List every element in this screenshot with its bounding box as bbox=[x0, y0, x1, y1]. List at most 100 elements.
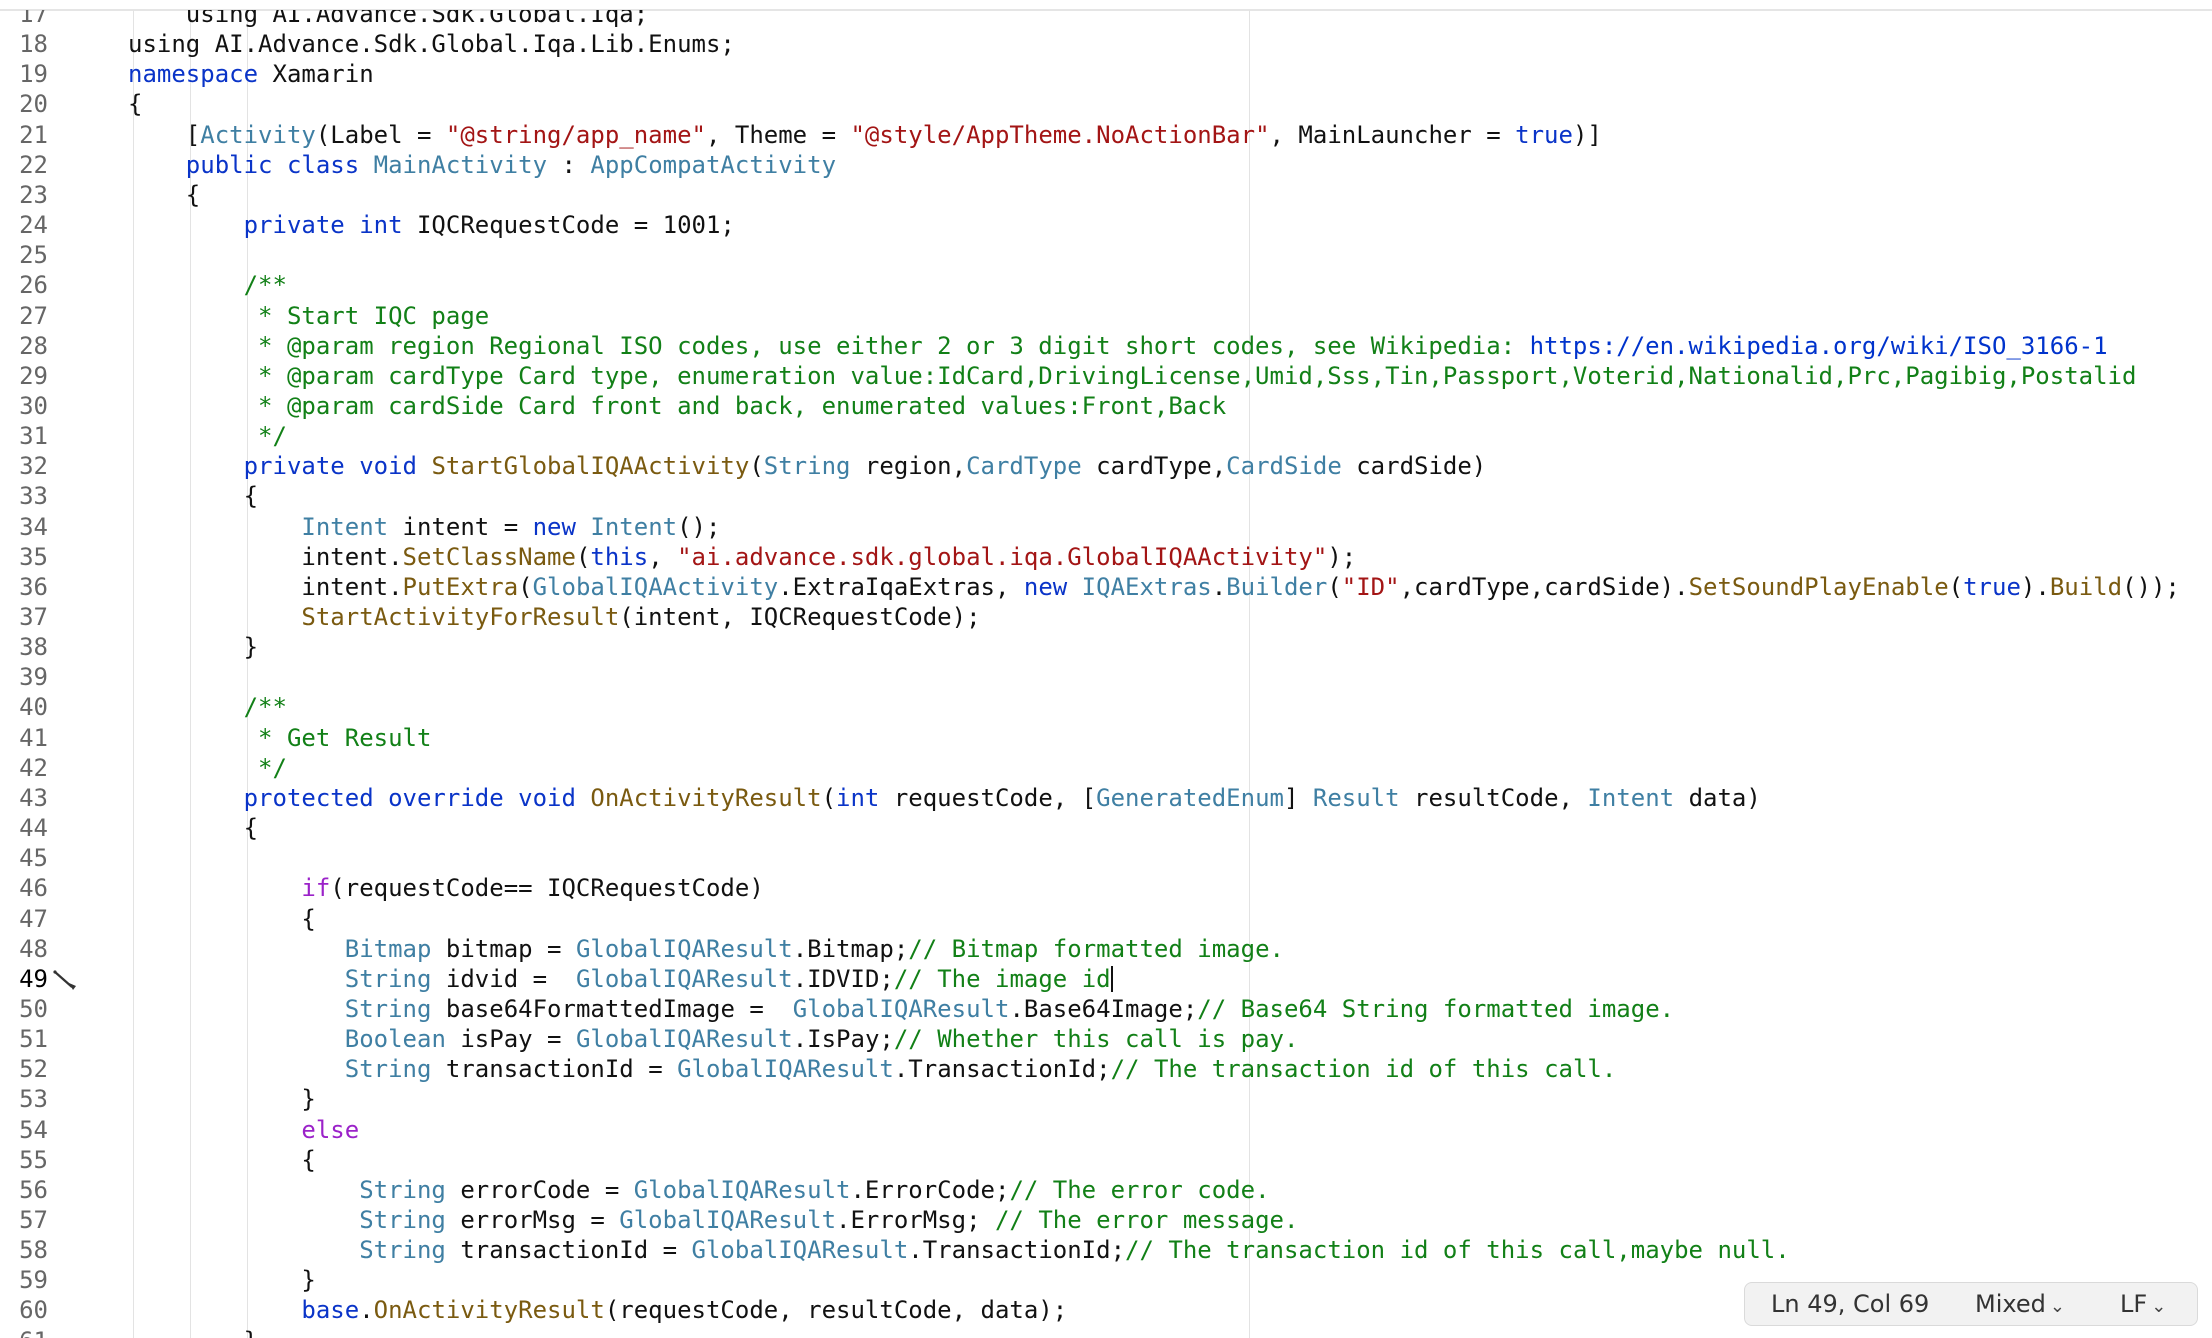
code-line[interactable]: 52 String transactionId = GlobalIQAResul… bbox=[0, 1054, 1616, 1084]
code-text: private void StartGlobalIQAActivity(Stri… bbox=[128, 451, 1487, 481]
code-token: Build bbox=[2049, 572, 2123, 601]
code-line[interactable]: 57 String errorMsg = GlobalIQAResult.Err… bbox=[0, 1205, 1298, 1235]
code-line[interactable]: 60 base.OnActivityResult(requestCode, re… bbox=[0, 1295, 1067, 1325]
code-text: */ bbox=[128, 753, 287, 783]
code-line[interactable]: 45 bbox=[0, 843, 48, 873]
code-line[interactable]: 29 * @param cardType Card type, enumerat… bbox=[0, 361, 2136, 391]
code-token: errorCode = bbox=[445, 1175, 634, 1204]
code-token: { bbox=[128, 90, 143, 119]
line-number: 56 bbox=[19, 1175, 48, 1204]
code-line[interactable]: 61 } bbox=[0, 1326, 258, 1338]
code-line[interactable]: 49 String idvid = GlobalIQAResult.IDVID;… bbox=[0, 964, 1113, 994]
code-line[interactable]: 41 * Get Result bbox=[0, 723, 431, 753]
code-token: .ErrorMsg; bbox=[836, 1206, 995, 1234]
code-line[interactable]: 24 private int IQCRequestCode = 1001; bbox=[0, 210, 735, 240]
code-line[interactable]: 50 String base64FormattedImage = GlobalI… bbox=[0, 994, 1674, 1024]
line-number: 29 bbox=[19, 361, 48, 390]
code-token: ( bbox=[749, 452, 764, 481]
code-text: else bbox=[128, 1115, 359, 1145]
code-editor[interactable]: 17 using AI.Advance.Sdk.Global.Iqa; 18 usi… bbox=[0, 10, 2212, 1338]
line-number: 49 bbox=[19, 964, 48, 993]
code-token: using AI.Advance.Sdk.Global.Iqa.Lib.Enum… bbox=[128, 30, 735, 59]
code-token: } bbox=[128, 1327, 258, 1338]
code-line[interactable]: 35 intent.SetClassName(this, "ai.advance… bbox=[0, 542, 1356, 572]
code-token: bitmap = bbox=[431, 934, 576, 963]
line-number: 47 bbox=[19, 904, 48, 933]
code-token: String bbox=[359, 1175, 446, 1204]
code-line[interactable]: 54 else bbox=[0, 1115, 359, 1145]
code-line[interactable]: 43 protected override void OnActivityRes… bbox=[0, 783, 1761, 813]
code-line[interactable]: 30 * @param cardSide Card front and back… bbox=[0, 391, 1226, 421]
line-ending-selector[interactable]: LF ⌄ bbox=[2120, 1290, 2166, 1321]
code-line[interactable]: 33 { bbox=[0, 481, 258, 511]
code-token: CardSide bbox=[1226, 452, 1342, 481]
code-line[interactable]: 20 { bbox=[0, 89, 142, 119]
code-text: { bbox=[128, 89, 142, 119]
line-number: 35 bbox=[19, 542, 48, 571]
code-line[interactable]: 59 } bbox=[0, 1265, 316, 1295]
code-line[interactable]: 40 /** bbox=[0, 692, 287, 722]
line-number: 17 bbox=[19, 10, 48, 28]
code-token: .TransactionId; bbox=[893, 1055, 1111, 1084]
code-line[interactable]: 28 * @param region Regional ISO codes, u… bbox=[0, 331, 2107, 361]
code-line[interactable]: 48 Bitmap bitmap = GlobalIQAResult.Bitma… bbox=[0, 934, 1284, 964]
code-token: .TransactionId; bbox=[908, 1236, 1126, 1265]
code-line[interactable]: 46 if(requestCode== IQCRequestCode) bbox=[0, 873, 764, 903]
code-line[interactable]: 47 { bbox=[0, 904, 316, 934]
line-number: 37 bbox=[19, 603, 48, 631]
code-token: ,cardType,cardSide). bbox=[1399, 572, 1689, 601]
code-line[interactable]: 38 } bbox=[0, 632, 258, 662]
code-line[interactable]: 36 intent.PutExtra(GlobalIQAActivity.Ext… bbox=[0, 572, 2180, 602]
code-line[interactable]: 44 { bbox=[0, 813, 258, 843]
line-number: 58 bbox=[19, 1236, 48, 1265]
code-text: { bbox=[128, 813, 258, 843]
code-line[interactable]: 51 Boolean isPay = GlobalIQAResult.IsPay… bbox=[0, 1024, 1298, 1054]
code-line[interactable]: 42 */ bbox=[0, 753, 287, 783]
code-text: /** bbox=[128, 692, 287, 722]
code-line[interactable]: 27 * Start IQC page bbox=[0, 301, 489, 331]
code-line[interactable]: 22 public class MainActivity : AppCompat… bbox=[0, 150, 836, 180]
code-token: )] bbox=[1572, 120, 1602, 149]
code-token: new bbox=[1023, 572, 1082, 601]
code-text: intent.PutExtra(GlobalIQAActivity.ExtraI… bbox=[128, 572, 2179, 602]
code-token: String bbox=[344, 994, 432, 1023]
code-line[interactable]: 55 { bbox=[0, 1145, 316, 1175]
code-token: , Theme = bbox=[705, 120, 851, 149]
code-text: [Activity(Label = "@string/app_name", Th… bbox=[128, 120, 1602, 150]
code-token: Intent bbox=[301, 512, 389, 541]
code-line[interactable]: 17 using AI.Advance.Sdk.Global.Iqa; bbox=[0, 10, 648, 29]
code-line[interactable]: 26 /** bbox=[0, 270, 287, 300]
code-token: [ bbox=[128, 120, 201, 149]
code-line[interactable]: 58 String transactionId = GlobalIQAResul… bbox=[0, 1235, 1790, 1265]
indentation-selector[interactable]: Mixed ⌄ bbox=[1975, 1290, 2065, 1321]
line-number: 55 bbox=[19, 1145, 48, 1174]
code-line[interactable]: 19 namespace Xamarin bbox=[0, 59, 374, 89]
code-line[interactable]: 25 bbox=[0, 240, 48, 270]
line-number: 39 bbox=[19, 663, 48, 692]
code-line[interactable]: 23 { bbox=[0, 180, 200, 210]
code-line[interactable]: 37 StartActivityForResult(intent, IQCReq… bbox=[0, 602, 980, 632]
code-line[interactable]: 39 bbox=[0, 662, 48, 692]
code-token: SetSoundPlayEnable bbox=[1688, 572, 1949, 601]
code-token: ( bbox=[1948, 572, 1964, 601]
code-line[interactable]: 21 [Activity(Label = "@string/app_name",… bbox=[0, 120, 1602, 150]
code-token: */ bbox=[128, 753, 287, 782]
code-line[interactable]: 34 Intent intent = new Intent(); bbox=[0, 512, 720, 542]
code-token: // The transaction id of this call. bbox=[1110, 1055, 1617, 1084]
code-line[interactable]: 31 */ bbox=[0, 421, 287, 451]
code-text: private int IQCRequestCode = 1001; bbox=[128, 210, 735, 240]
code-line[interactable]: 53 } bbox=[0, 1084, 316, 1114]
code-token: transactionId = bbox=[431, 1055, 678, 1084]
code-line[interactable]: 32 private void StartGlobalIQAActivity(S… bbox=[0, 451, 1486, 481]
code-line[interactable]: 18 using AI.Advance.Sdk.Global.Iqa.Lib.En… bbox=[0, 29, 735, 59]
code-line[interactable]: 56 String errorCode = GlobalIQAResult.Er… bbox=[0, 1175, 1269, 1205]
code-token: Xamarin bbox=[258, 60, 374, 89]
code-token: Boolean bbox=[344, 1025, 446, 1054]
code-token: } bbox=[128, 1266, 316, 1295]
cursor-position-button[interactable]: Ln 49, Col 69 bbox=[1771, 1290, 1929, 1318]
code-token: int bbox=[836, 783, 880, 812]
code-token: ( bbox=[821, 783, 837, 812]
code-token: (requestCode== IQCRequestCode) bbox=[330, 874, 764, 903]
